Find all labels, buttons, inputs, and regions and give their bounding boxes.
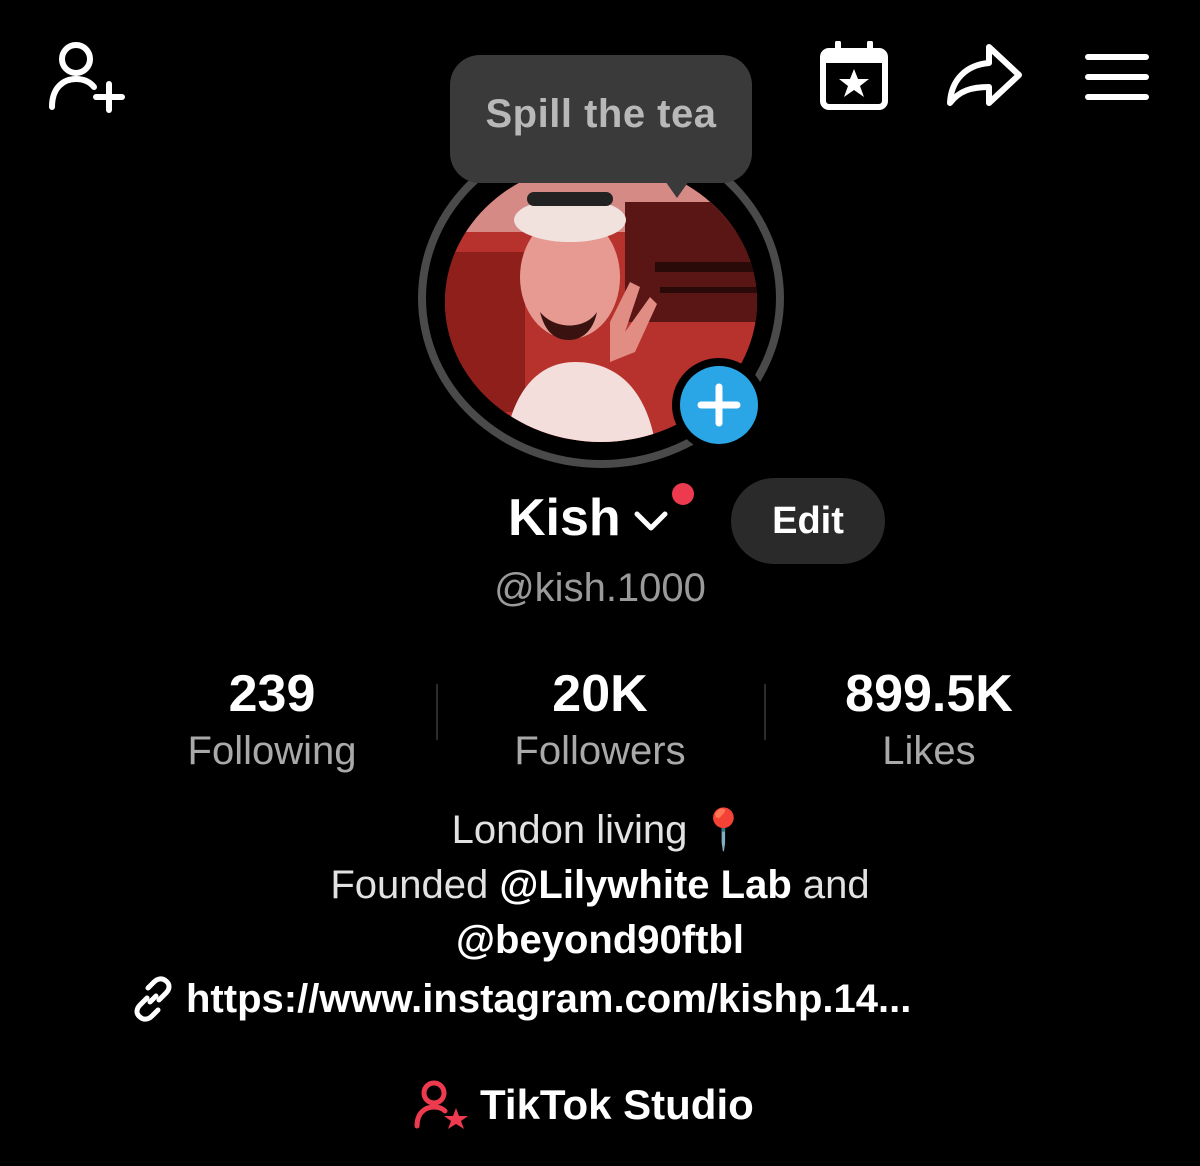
account-switcher[interactable]: Kish <box>508 488 671 548</box>
stat-followers[interactable]: 20K Followers <box>480 664 720 776</box>
chevron-down-icon <box>634 511 668 531</box>
username: @kish.1000 <box>494 566 706 610</box>
plus-icon <box>697 383 741 427</box>
share-arrow-icon <box>947 44 1022 106</box>
mention-link[interactable]: @Lilywhite Lab <box>499 863 791 907</box>
stat-label: Following <box>187 729 357 773</box>
stat-divider <box>436 684 438 740</box>
person-star-icon <box>414 1080 468 1129</box>
bio-line-2: Founded @Lilywhite Lab and <box>0 857 1200 913</box>
bio-line-3: @beyond90ftbl <box>0 912 1200 968</box>
bio-text: Founded <box>330 863 500 907</box>
bio-line-1: London living 📍 <box>0 802 1200 858</box>
tooltip-text: Spill the tea <box>485 91 717 136</box>
stat-label: Followers <box>514 729 686 773</box>
display-name: Kish <box>508 489 621 547</box>
calendar-star-icon <box>820 41 888 110</box>
share-profile-button[interactable] <box>944 40 1024 110</box>
add-friend-button[interactable] <box>44 38 128 114</box>
menu-button[interactable] <box>1082 50 1152 104</box>
events-button[interactable] <box>816 40 892 112</box>
studio-label: TikTok Studio <box>480 1081 754 1128</box>
pin-emoji: 📍 <box>698 808 749 852</box>
bio-text: London living <box>451 808 688 852</box>
hamburger-menu-icon <box>1085 54 1149 100</box>
person-plus-icon <box>49 42 125 113</box>
notification-dot <box>672 483 694 505</box>
add-story-badge <box>680 366 758 444</box>
bio-text: and <box>791 863 870 907</box>
link-icon <box>134 976 172 1022</box>
tooltip-tail <box>663 178 691 198</box>
add-story-button[interactable] <box>672 358 766 452</box>
stat-divider <box>764 684 766 740</box>
stat-following[interactable]: 239 Following <box>150 664 394 776</box>
tiktok-studio-button[interactable]: TikTok Studio <box>414 1080 754 1130</box>
stat-value: 20K <box>552 665 648 723</box>
mention-link[interactable]: @beyond90ftbl <box>456 918 744 962</box>
link-text: https://www.instagram.com/kishp.14... <box>186 976 912 1021</box>
stat-likes[interactable]: 899.5K Likes <box>800 664 1058 776</box>
tooltip-bubble[interactable]: Spill the tea <box>450 55 752 183</box>
edit-profile-button[interactable]: Edit <box>731 478 885 564</box>
stat-label: Likes <box>882 729 976 773</box>
profile-link[interactable]: https://www.instagram.com/kishp.14... <box>130 976 911 1022</box>
stat-value: 239 <box>228 665 316 723</box>
stat-value: 899.5K <box>845 665 1013 723</box>
